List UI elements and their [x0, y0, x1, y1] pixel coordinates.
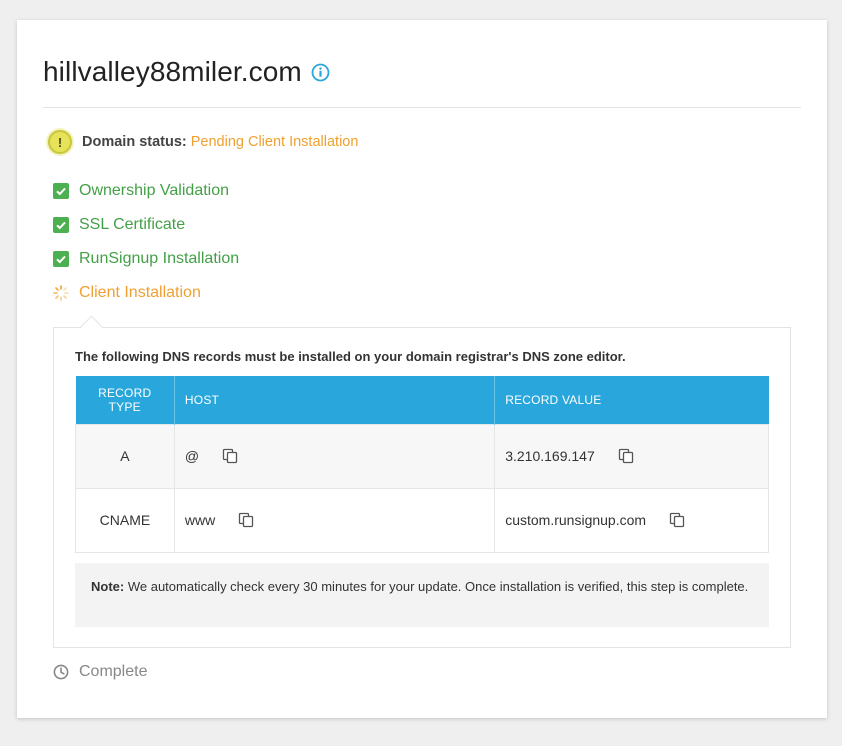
info-icon[interactable] — [311, 63, 330, 82]
record-value-cell: 3.210.169.147 — [494, 423, 769, 489]
table-header-row: RECORD TYPE HOST RECORD VALUE — [75, 376, 769, 424]
column-header-record-value: RECORD VALUE — [494, 376, 769, 424]
exclamation-icon: ! — [48, 130, 72, 154]
copy-icon[interactable] — [668, 511, 686, 529]
note-label: Note: — [91, 579, 125, 594]
title-row: hillvalley88miler.com — [43, 56, 330, 88]
dns-records-table: RECORD TYPE HOST RECORD VALUE A @ 3.210.… — [75, 376, 769, 553]
step-ssl-certificate: SSL Certificate — [53, 216, 185, 234]
status-label: Domain status: — [82, 134, 187, 150]
host-value: www — [184, 512, 216, 528]
copy-icon[interactable] — [221, 447, 239, 465]
note-box: Note: We automatically check every 30 mi… — [75, 563, 769, 627]
step-complete: Complete — [53, 663, 147, 681]
title-divider — [43, 107, 801, 108]
record-value: 3.210.169.147 — [505, 448, 595, 464]
checkbox-checked-icon — [53, 251, 69, 267]
domain-title: hillvalley88miler.com — [43, 56, 302, 87]
table-row: CNAME www custom.runsignup.com — [75, 487, 769, 553]
column-header-record-type: RECORD TYPE — [75, 376, 175, 424]
step-label: SSL Certificate — [79, 216, 186, 233]
domain-status: ! Domain status: Pending Client Installa… — [48, 130, 358, 154]
host-value: @ — [184, 448, 200, 464]
column-header-host: HOST — [174, 376, 496, 424]
step-label: RunSignup Installation — [79, 250, 240, 267]
table-row: A @ 3.210.169.147 — [75, 423, 769, 489]
host-cell: @ — [173, 423, 496, 489]
step-client-installation: Client Installation — [53, 284, 201, 302]
record-type-cell: A — [75, 423, 175, 489]
step-label: Ownership Validation — [79, 182, 230, 199]
status-value: Pending Client Installation — [190, 134, 359, 150]
record-value-cell: custom.runsignup.com — [494, 487, 769, 553]
spinner-icon — [53, 285, 69, 301]
step-label: Client Installation — [79, 284, 201, 301]
step-runsignup-installation: RunSignup Installation — [53, 250, 239, 268]
host-cell: www — [173, 487, 496, 553]
clock-icon — [53, 664, 69, 680]
copy-icon[interactable] — [237, 511, 255, 529]
record-value: custom.runsignup.com — [505, 512, 647, 528]
checkbox-checked-icon — [53, 217, 69, 233]
step-ownership-validation: Ownership Validation — [53, 182, 229, 200]
record-type-cell: CNAME — [75, 487, 175, 553]
panel-pointer — [79, 315, 104, 340]
dns-records-panel: The following DNS records must be instal… — [53, 315, 791, 648]
dns-intro: The following DNS records must be instal… — [75, 349, 626, 364]
copy-icon[interactable] — [617, 447, 635, 465]
domain-card: hillvalley88miler.com ! Domain status: P… — [17, 20, 827, 718]
step-label: Complete — [79, 663, 148, 680]
note-text: We automatically check every 30 minutes … — [124, 579, 749, 594]
checkbox-checked-icon — [53, 183, 69, 199]
